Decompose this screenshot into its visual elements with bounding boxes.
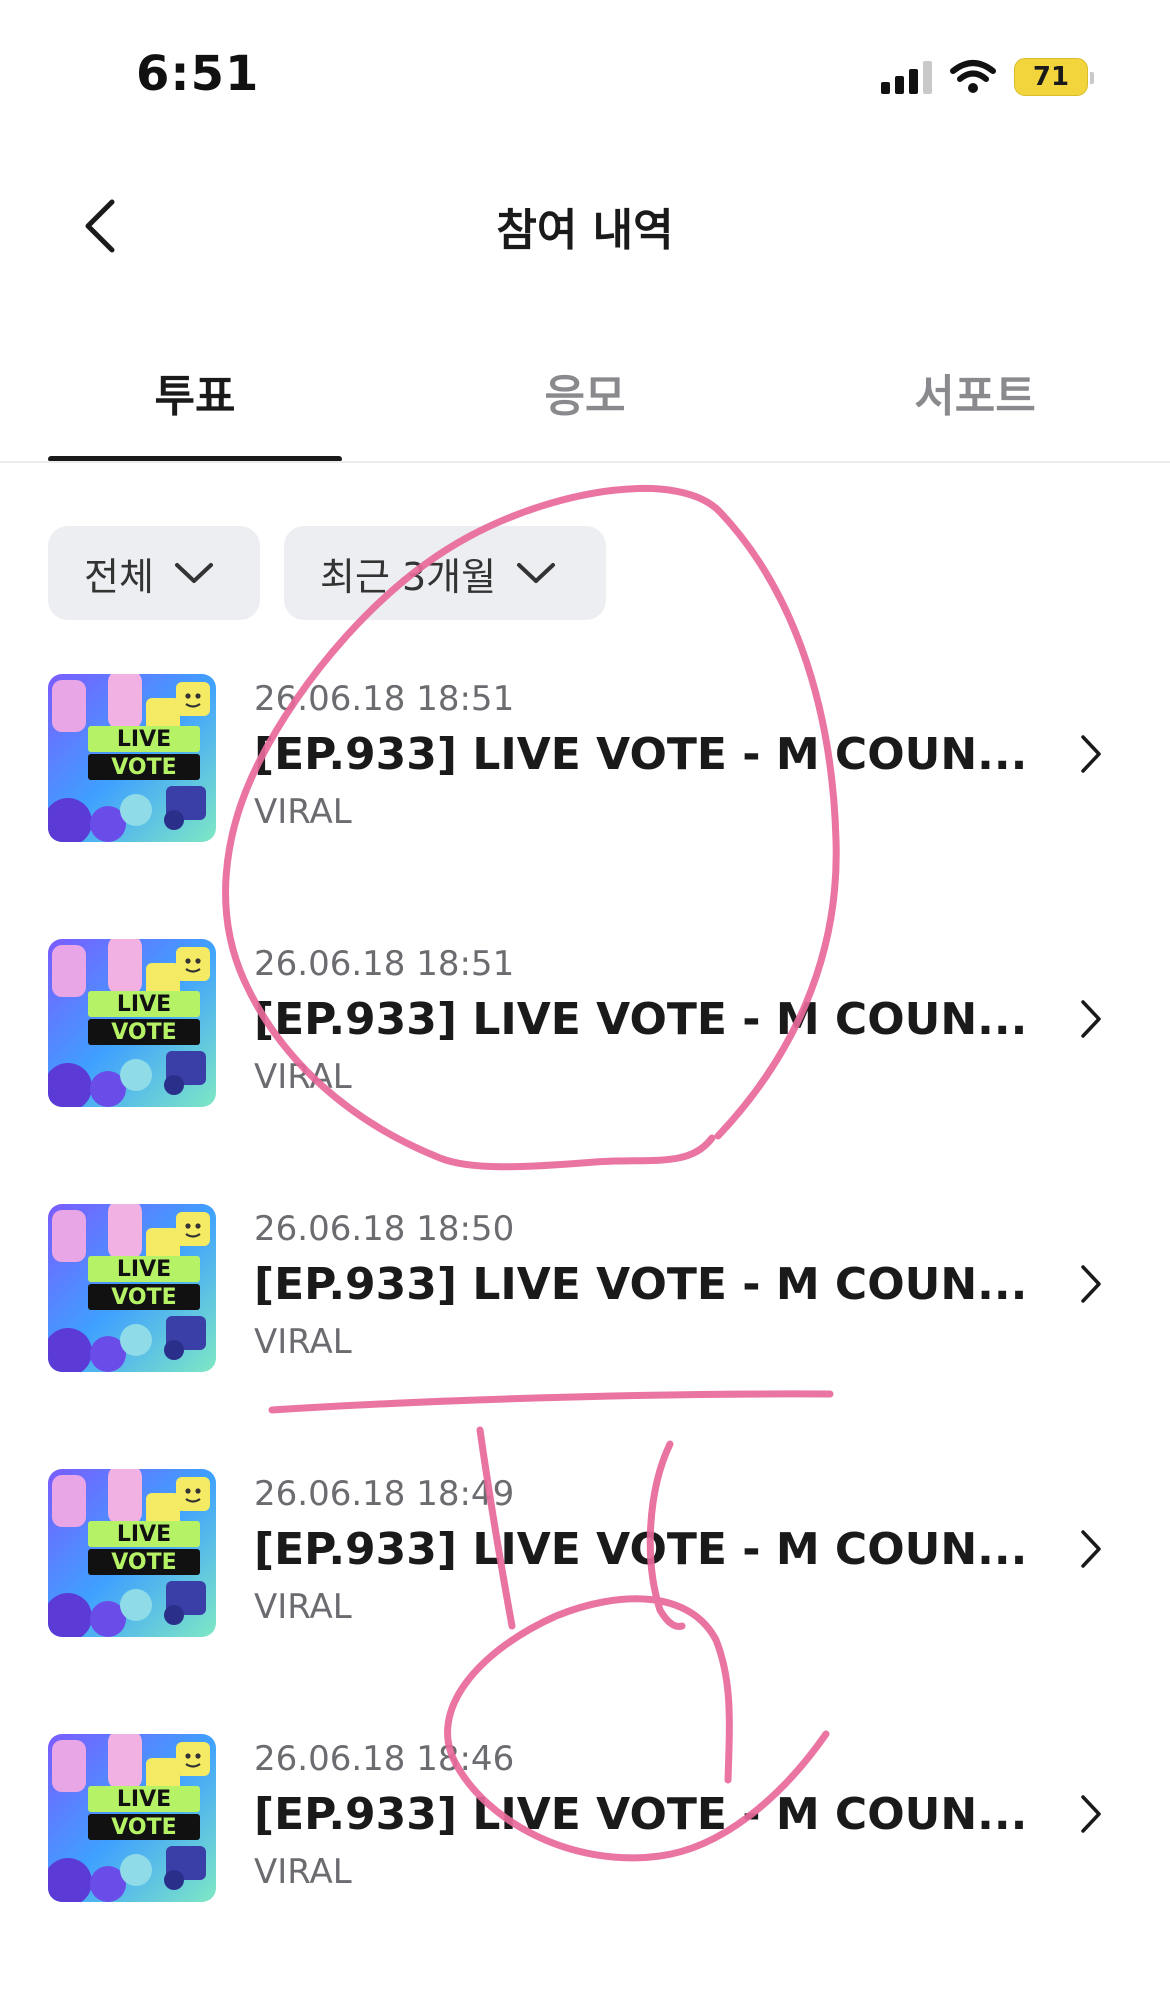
- live-vote-thumbnail: LIVE VOTE: [48, 1734, 216, 1902]
- list-item[interactable]: LIVE VOTE 26.06.18 18:49 [EP.933] LIVE V…: [0, 1463, 1170, 1728]
- filter-label: 최근 3개월: [320, 554, 497, 599]
- thumb-text-line1: LIVE: [117, 1787, 171, 1812]
- item-category: VIRAL: [254, 1587, 352, 1627]
- item-category: VIRAL: [254, 1852, 352, 1892]
- status-time: 6:51: [136, 46, 260, 102]
- item-category: VIRAL: [254, 1322, 352, 1362]
- item-meta: 26.06.18 18:50 [EP.933] LIVE VOTE - M CO…: [254, 1198, 1040, 1370]
- status-icons: 71: [881, 54, 1094, 100]
- item-date: 26.06.18 18:51: [254, 679, 515, 719]
- item-meta: 26.06.18 18:46 [EP.933] LIVE VOTE - M CO…: [254, 1728, 1040, 1900]
- chevron-right-icon: [1081, 1000, 1101, 1038]
- participation-list: LIVE VOTE 26.06.18 18:51 [EP.933] LIVE V…: [0, 668, 1170, 1993]
- thumb-text-line1: LIVE: [117, 727, 171, 752]
- live-vote-thumbnail: LIVE VOTE: [48, 1204, 216, 1372]
- chevron-right-icon: [1081, 1265, 1101, 1303]
- live-vote-thumbnail: LIVE VOTE: [48, 1469, 216, 1637]
- list-item[interactable]: LIVE VOTE 26.06.18 18:51 [EP.933] LIVE V…: [0, 933, 1170, 1198]
- item-category: VIRAL: [254, 792, 352, 832]
- tab-label: 서포트: [914, 371, 1036, 422]
- item-category: VIRAL: [254, 1057, 352, 1097]
- item-title: [EP.933] LIVE VOTE - M COUN...: [254, 1789, 1028, 1840]
- wifi-icon: [950, 60, 996, 93]
- thumb-text-line2: VOTE: [111, 755, 176, 780]
- list-item[interactable]: LIVE VOTE 26.06.18 18:50 [EP.933] LIVE V…: [0, 1198, 1170, 1463]
- item-title: [EP.933] LIVE VOTE - M COUN...: [254, 1524, 1028, 1575]
- live-vote-thumbnail: LIVE VOTE: [48, 939, 216, 1107]
- item-title: [EP.933] LIVE VOTE - M COUN...: [254, 1259, 1028, 1310]
- item-date: 26.06.18 18:51: [254, 944, 515, 984]
- item-title: [EP.933] LIVE VOTE - M COUN...: [254, 994, 1028, 1045]
- list-item[interactable]: LIVE VOTE 26.06.18 18:51 [EP.933] LIVE V…: [0, 668, 1170, 933]
- thumb-text-line1: LIVE: [117, 1522, 171, 1547]
- chevron-down-icon: [174, 563, 213, 583]
- tabs-divider: [0, 461, 1170, 463]
- item-date: 26.06.18 18:50: [254, 1209, 515, 1249]
- item-meta: 26.06.18 18:51 [EP.933] LIVE VOTE - M CO…: [254, 668, 1040, 840]
- item-date: 26.06.18 18:46: [254, 1739, 515, 1779]
- thumb-text-line1: LIVE: [117, 992, 171, 1017]
- cellular-signal-icon: [881, 60, 932, 94]
- filter-label: 전체: [84, 554, 154, 599]
- thumb-text-line1: LIVE: [117, 1257, 171, 1282]
- thumb-text-line2: VOTE: [111, 1020, 176, 1045]
- chevron-right-icon: [1081, 1530, 1101, 1568]
- chevron-right-icon: [1081, 735, 1101, 773]
- tab-vote[interactable]: 투표: [0, 340, 390, 462]
- tab-bar: 투표 응모 서포트: [0, 340, 1170, 462]
- category-filter-dropdown[interactable]: 전체: [48, 526, 260, 620]
- item-date: 26.06.18 18:49: [254, 1474, 515, 1514]
- battery-level: 71: [1032, 62, 1070, 92]
- thumb-text-line2: VOTE: [111, 1815, 176, 1840]
- item-meta: 26.06.18 18:51 [EP.933] LIVE VOTE - M CO…: [254, 933, 1040, 1105]
- page-title: 참여 내역: [496, 205, 674, 256]
- tab-label: 투표: [154, 371, 236, 422]
- tab-entry[interactable]: 응모: [390, 340, 780, 462]
- chevron-down-icon: [517, 563, 556, 583]
- thumb-text-line2: VOTE: [111, 1285, 176, 1310]
- list-item[interactable]: LIVE VOTE 26.06.18 18:46 [EP.933] LIVE V…: [0, 1728, 1170, 1993]
- live-vote-thumbnail: LIVE VOTE: [48, 674, 216, 842]
- tab-support[interactable]: 서포트: [780, 340, 1170, 462]
- period-filter-dropdown[interactable]: 최근 3개월: [284, 526, 606, 620]
- tab-label: 응모: [544, 371, 626, 422]
- chevron-right-icon: [1081, 1795, 1101, 1833]
- item-title: [EP.933] LIVE VOTE - M COUN...: [254, 729, 1028, 780]
- item-meta: 26.06.18 18:49 [EP.933] LIVE VOTE - M CO…: [254, 1463, 1040, 1635]
- thumb-text-line2: VOTE: [111, 1550, 176, 1575]
- battery-icon: 71: [1014, 58, 1094, 96]
